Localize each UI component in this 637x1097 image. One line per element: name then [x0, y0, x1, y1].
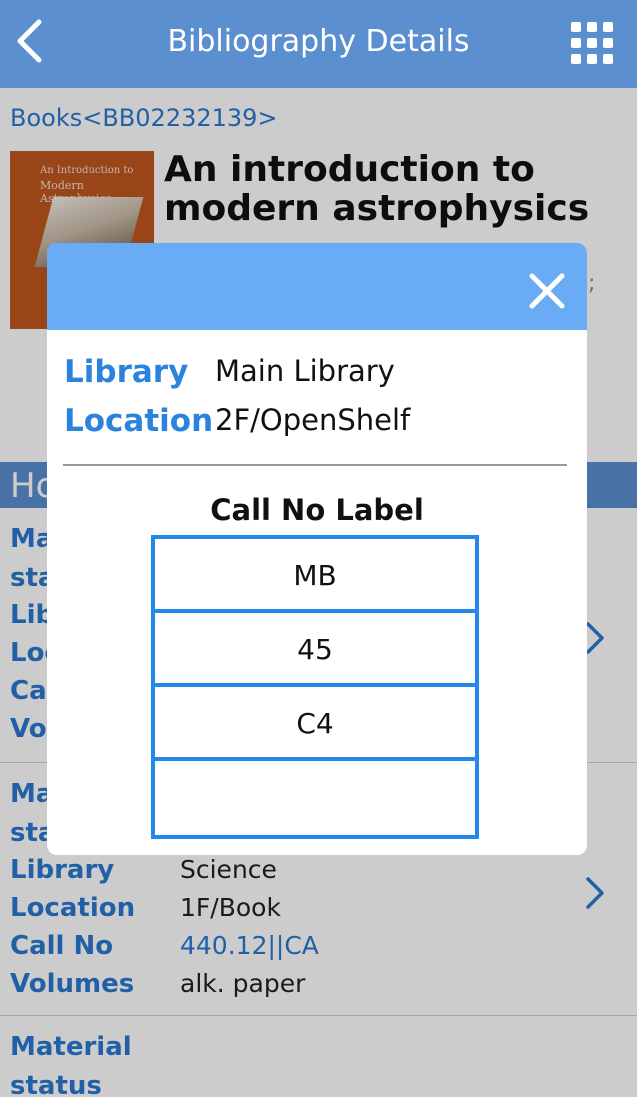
call-label-line: C4 [155, 687, 475, 761]
call-label-title: Call No Label [210, 493, 424, 527]
menu-grid-icon[interactable] [571, 22, 615, 66]
modal-header [47, 243, 587, 330]
call-label-line: 45 [155, 613, 475, 687]
navbar: Bibliography Details [0, 0, 637, 88]
divider [63, 464, 567, 466]
call-label-line [155, 761, 475, 835]
call-number-label: MB 45 C4 [151, 535, 479, 839]
call-number-modal: Library Main Library Location 2F/OpenShe… [47, 243, 587, 855]
library-value: Main Library [215, 354, 395, 388]
close-icon[interactable] [527, 271, 567, 311]
library-label: Library [64, 354, 189, 390]
location-label: Location [64, 403, 214, 439]
location-value: 2F/OpenShelf [215, 403, 411, 437]
call-label-line: MB [155, 539, 475, 613]
page-title: Bibliography Details [167, 24, 470, 59]
